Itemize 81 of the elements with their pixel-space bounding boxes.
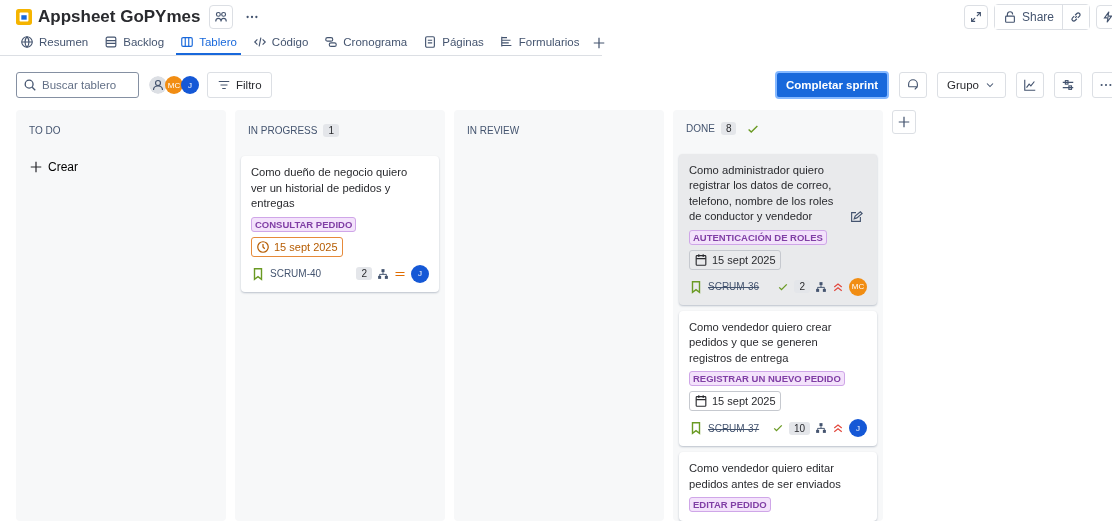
nav-tab[interactable]: Páginas — [419, 30, 488, 55]
nav-tab[interactable]: Resumen — [16, 30, 93, 55]
plus-icon — [29, 160, 43, 174]
settings-button[interactable] — [1054, 72, 1082, 98]
line-chart-icon — [1023, 78, 1037, 92]
board-icon — [180, 34, 195, 49]
column-title: TO DO — [29, 124, 61, 136]
calendar-icon — [694, 252, 708, 267]
filter-icon — [217, 78, 231, 92]
unassigned-avatar[interactable] — [149, 76, 167, 94]
issue-key[interactable]: SCRUM-37 — [708, 422, 760, 434]
group-dropdown[interactable]: Grupo — [937, 72, 1006, 98]
story-points: 2 — [356, 267, 372, 280]
nav-tab[interactable]: Cronograma — [320, 30, 412, 55]
issue-card[interactable]: Como vendedor quiero editar pedidos antes de ser enviados EDITAR PEDIDO — [679, 452, 877, 521]
card-summary: Como vendedor quiero editar pedidos antes de ser enviados — [689, 461, 842, 492]
share-button[interactable]: Share — [994, 4, 1063, 29]
complete-sprint-button[interactable]: Completar sprint — [775, 71, 890, 99]
plus-icon — [897, 115, 911, 129]
epic-label: CONSULTAR PEDIDO — [251, 216, 357, 232]
clock-icon — [256, 239, 270, 254]
nav-tab[interactable]: Tablero — [176, 30, 241, 55]
assignee-avatar[interactable]: J — [411, 264, 429, 283]
loop-icon — [906, 78, 921, 92]
project-title: Appsheet GoPYmes — [38, 6, 201, 27]
team-button[interactable] — [208, 4, 233, 29]
issue-count: 8 — [720, 122, 737, 136]
retro-button[interactable] — [899, 72, 928, 98]
due-date: 15 sept 2025 — [251, 236, 343, 257]
list-icon — [104, 34, 119, 49]
nav-tab[interactable]: Formularios — [495, 30, 584, 55]
create-button[interactable]: Crear — [22, 156, 85, 178]
lightning-icon — [1101, 9, 1112, 24]
search-field[interactable]: Buscar tablero — [16, 72, 139, 98]
globe-icon — [20, 34, 34, 49]
bookmark-icon — [689, 421, 703, 435]
filter-button[interactable]: Filtro — [207, 72, 272, 98]
bookmark-icon — [689, 279, 703, 294]
card-summary: Como administrador quiero registrar los datos de correo, telefono, nombre de los roles de conductor y vendedor — [689, 162, 835, 224]
story-points: 2 — [794, 280, 810, 293]
search-icon — [23, 78, 37, 92]
user-avatar[interactable]: J — [181, 76, 199, 94]
bookmark-icon — [251, 266, 265, 281]
hierarchy-icon — [377, 267, 389, 280]
column-title: DONE — [686, 123, 715, 135]
epic-label: AUTENTICACIÓN DE ROLES — [689, 229, 827, 245]
due-date: 15 sept 2025 — [689, 391, 781, 411]
timeline-icon — [324, 34, 339, 49]
column-title: IN PROGRESS — [248, 124, 318, 136]
edit-icon[interactable] — [849, 209, 863, 224]
assignee-avatar[interactable]: J — [849, 419, 867, 437]
chart-button[interactable] — [1016, 72, 1044, 98]
link-icon — [1069, 9, 1083, 24]
issue-key[interactable]: SCRUM-36 — [708, 281, 760, 292]
column-title: IN REVIEW — [467, 124, 520, 136]
lock-icon — [1002, 9, 1017, 24]
people-icon — [213, 9, 228, 24]
expand-button[interactable] — [963, 4, 988, 29]
hierarchy-icon — [815, 280, 827, 293]
due-date: 15 sept 2025 — [689, 249, 781, 270]
nav-tab[interactable]: Backlog — [100, 30, 169, 55]
card-summary: Como dueño de negocio quiero ver un historial de pedidos y entregas — [251, 165, 409, 211]
nav-tab[interactable]: Código — [248, 30, 313, 55]
story-points: 10 — [788, 421, 810, 435]
calendar-icon — [694, 394, 708, 408]
issue-card[interactable]: Como dueño de negocio quiero ver un historial de pedidos y entregas CONSULTAR PEDIDO 15 sept 2025 SCRUM-40 2 J — [241, 156, 439, 292]
issue-card[interactable]: Como administrador quiero registrar los datos de correo, telefono, nombre de los roles de conductor y vendedor AUTENTICACIÓN DE ROLES 15 sept 2025 SCRUM-36 2 MC — [679, 153, 877, 305]
page-icon — [423, 34, 438, 49]
issue-count: 1 — [323, 123, 340, 137]
add-icon[interactable] — [591, 35, 606, 50]
card-summary: Como vendedor quiero crear pedidos y que se generen registros de entrega — [689, 319, 833, 366]
hierarchy-icon — [815, 422, 827, 434]
sliders-icon — [1061, 78, 1075, 92]
add-column-button[interactable] — [892, 110, 916, 134]
issue-card[interactable]: Como vendedor quiero crear pedidos y que se generen registros de entrega REGISTRAR UN NUEVO PEDIDO 15 sept 2025 SCRUM-37 10 J — [679, 310, 877, 446]
expand-icon — [968, 9, 983, 24]
issue-key[interactable]: SCRUM-40 — [270, 268, 322, 279]
project-icon — [16, 8, 32, 25]
epic-label: REGISTRAR UN NUEVO PEDIDO — [689, 371, 845, 386]
form-icon — [499, 34, 514, 49]
epic-label: EDITAR PEDIDO — [689, 497, 771, 512]
